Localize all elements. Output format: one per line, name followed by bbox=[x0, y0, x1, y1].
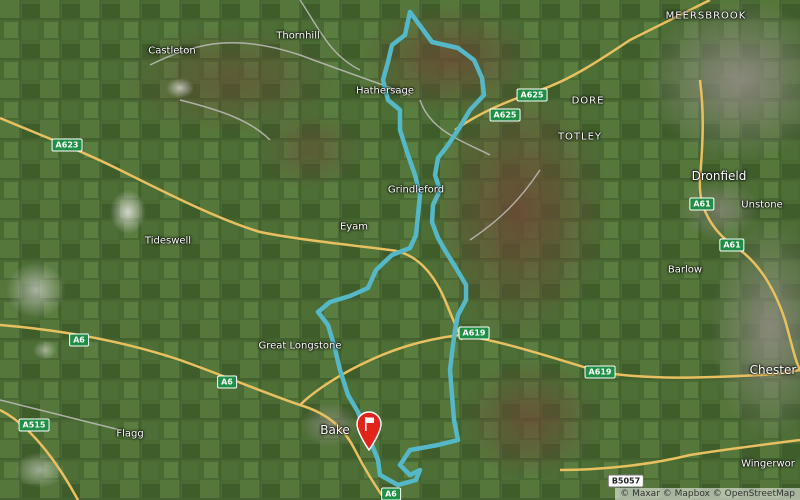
place-label-eyam: Eyam bbox=[339, 221, 369, 233]
place-label-dore: DORE bbox=[571, 95, 605, 107]
road-shield-b5057: B5057 bbox=[607, 474, 645, 488]
place-label-chesterfield: Chester bbox=[749, 363, 797, 377]
place-label-castleton: Castleton bbox=[148, 45, 196, 57]
road-shield-a61: A61 bbox=[689, 197, 715, 211]
map-view[interactable]: MEERSBROOK Castleton Thornhill Hathersag… bbox=[0, 0, 800, 500]
place-label-wingerworth: Wingerwor bbox=[741, 458, 795, 470]
place-label-bakewell: Bake bbox=[320, 423, 350, 437]
place-label-thornhill: Thornhill bbox=[276, 30, 320, 42]
map-attribution[interactable]: © Maxar © Mapbox © OpenStreetMap bbox=[615, 488, 800, 500]
road-shield-a619: A619 bbox=[458, 326, 490, 340]
place-label-dronfield: Dronfield bbox=[691, 169, 747, 183]
place-label-hathersage: Hathersage bbox=[355, 85, 415, 97]
place-label-totley: TOTLEY bbox=[557, 131, 603, 143]
road-shield-a6: A6 bbox=[217, 375, 237, 389]
road-shield-a515: A515 bbox=[18, 418, 50, 432]
place-label-flagg: Flagg bbox=[116, 428, 144, 440]
place-label-unstone: Unstone bbox=[741, 199, 783, 211]
road-shield-a6: A6 bbox=[69, 333, 89, 347]
road-shield-a619: A619 bbox=[584, 365, 616, 379]
start-flag-marker-icon[interactable] bbox=[356, 411, 382, 451]
road-shield-a623: A623 bbox=[51, 138, 83, 152]
road-shield-a625: A625 bbox=[489, 108, 521, 122]
satellite-base bbox=[0, 0, 800, 500]
road-shield-a625: A625 bbox=[516, 88, 548, 102]
place-label-great-longstone: Great Longstone bbox=[258, 340, 342, 352]
place-label-grindleford: Grindleford bbox=[387, 184, 445, 196]
road-shield-a61: A61 bbox=[719, 238, 745, 252]
place-label-meersbrook: MEERSBROOK bbox=[665, 10, 747, 22]
place-label-barlow: Barlow bbox=[667, 264, 703, 276]
place-label-tideswell: Tideswell bbox=[144, 235, 192, 247]
road-shield-a6: A6 bbox=[381, 487, 401, 500]
